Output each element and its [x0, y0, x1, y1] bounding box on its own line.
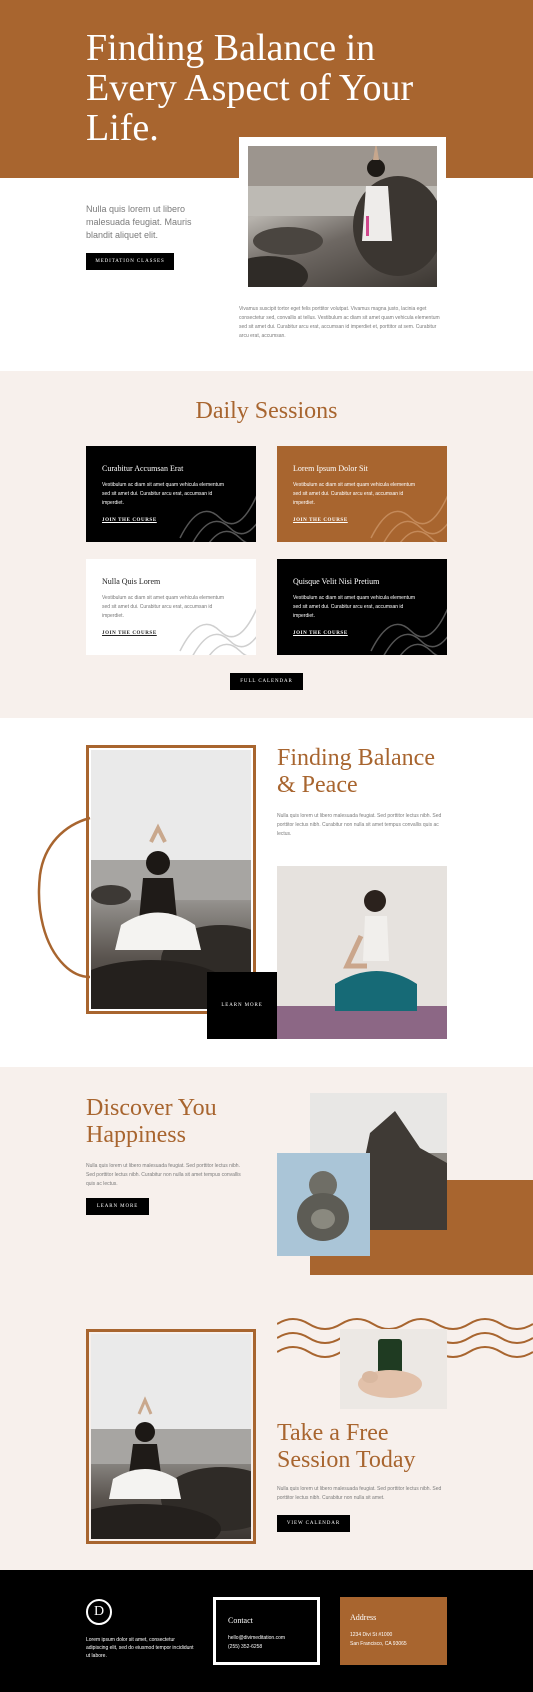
- view-calendar-button[interactable]: View Calendar: [277, 1515, 350, 1532]
- contact-box: Contact hello@divimeditation.com (255) 3…: [213, 1597, 320, 1665]
- hero-caption-text: Vivamus suscipit tortor eget felis portt…: [239, 306, 440, 339]
- contact-email[interactable]: hello@divimeditation.com: [228, 1634, 305, 1643]
- meditation-rocks-photo: [91, 1334, 251, 1539]
- buddha-statue-photo: [277, 1153, 370, 1256]
- footer-text: Lorem ipsum dolor sit amet, consectetur …: [86, 1637, 194, 1659]
- wave-decoration-icon: [370, 608, 447, 655]
- session-card-title: Curabitur Accumsan Erat: [102, 464, 184, 473]
- peace-body-text: Nulla quis lorem ut libero malesuada feu…: [277, 813, 442, 837]
- address-box: Address 1234 Divi St #1000 San Francisco…: [340, 1597, 447, 1665]
- full-calendar-button[interactable]: Full Calendar: [230, 673, 303, 690]
- contact-title: Contact: [228, 1616, 253, 1625]
- session-card-title: Quisque Velit Nisi Pretium: [293, 577, 380, 586]
- organic-outline-decoration: [37, 816, 91, 979]
- address-line2: San Francisco, CA 93065: [350, 1641, 407, 1647]
- hero-title: Finding Balance in Every Aspect of Your …: [86, 27, 414, 149]
- learn-more-button[interactable]: Learn More: [207, 972, 277, 1039]
- daily-sessions-title: Daily Sessions: [195, 398, 338, 424]
- divi-logo[interactable]: D: [86, 1599, 112, 1625]
- meditation-mat-photo: [277, 866, 447, 1039]
- meditation-beach-photo: [91, 750, 251, 1009]
- session-card-title: Lorem Ipsum Dolor Sit: [293, 464, 368, 473]
- wave-decoration-icon: [179, 495, 256, 542]
- discover-body-text: Nulla quis lorem ut libero malesuada feu…: [86, 1163, 241, 1187]
- wave-decoration-icon: [179, 608, 256, 655]
- session-card-title: Nulla Quis Lorem: [102, 577, 161, 586]
- contact-phone[interactable]: (255) 352-6258: [228, 1643, 305, 1652]
- address-title: Address: [350, 1613, 377, 1622]
- meditation-classes-button[interactable]: Meditation Classes: [86, 253, 174, 270]
- session-card: Curabitur Accumsan Erat Vestibulum ac di…: [86, 446, 256, 542]
- free-session-title: Take a Free Session Today: [277, 1420, 416, 1473]
- session-card: Nulla Quis Lorem Vestibulum ac diam sit …: [86, 559, 256, 655]
- discover-happiness-title: Discover You Happiness: [86, 1095, 217, 1148]
- free-session-text: Nulla quis lorem ut libero malesuada feu…: [277, 1486, 442, 1501]
- learn-more-button[interactable]: Learn More: [86, 1198, 149, 1215]
- finding-balance-peace-title: Finding Balance & Peace: [277, 745, 435, 798]
- hero-yoga-photo: [248, 146, 437, 287]
- wave-decoration-icon: [370, 495, 447, 542]
- session-card: Quisque Velit Nisi Pretium Vestibulum ac…: [277, 559, 447, 655]
- session-card: Lorem Ipsum Dolor Sit Vestibulum ac diam…: [277, 446, 447, 542]
- address-line1: 1234 Divi St #1000: [350, 1632, 393, 1638]
- hero-intro-text: Nulla quis lorem ut libero malesuada feu…: [86, 204, 192, 240]
- green-tea-photo: [340, 1329, 447, 1409]
